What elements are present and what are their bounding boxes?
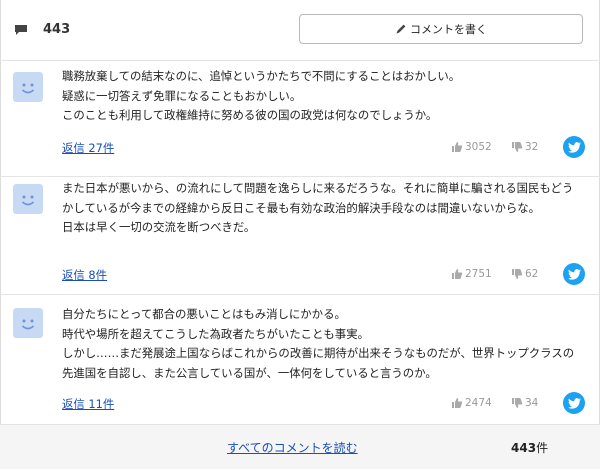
avatar bbox=[13, 184, 43, 214]
comments-footer: すべてのコメントを読む 443件 bbox=[0, 424, 600, 469]
dislike-count: 62 bbox=[525, 268, 539, 280]
dislike-button[interactable]: 62 bbox=[511, 268, 538, 280]
comment-text: また日本が悪いから、の流れにして問題を逸らしに来るだろうな。それに簡単に騙される… bbox=[62, 181, 574, 234]
comment-text: 職務放棄しての結末なのに、追悼というかたちで不問にすることはおかしい。 疑惑に一… bbox=[62, 69, 461, 122]
reply-link[interactable]: 返信 27件 bbox=[62, 140, 114, 156]
comment-text: 自分たちにとって都合の悪いことはもみ消しにかかる。 時代や場所を超えてこうした為… bbox=[62, 307, 575, 380]
thumbs-down-icon bbox=[512, 269, 523, 279]
write-comment-button[interactable]: コメントを書く bbox=[299, 14, 583, 44]
thumbs-up-icon bbox=[452, 398, 463, 408]
like-button[interactable]: 3052 bbox=[451, 141, 492, 153]
total-count-unit: 件 bbox=[536, 441, 549, 455]
dislike-button[interactable]: 32 bbox=[511, 141, 538, 153]
comment-count: 443 bbox=[43, 22, 71, 37]
twitter-share-button[interactable] bbox=[563, 392, 585, 414]
twitter-share-button[interactable] bbox=[563, 136, 585, 158]
pencil-icon bbox=[396, 24, 406, 34]
thumbs-up-icon bbox=[452, 142, 463, 152]
avatar bbox=[13, 308, 43, 338]
comments-header: 443 コメントを書く bbox=[0, 0, 600, 60]
twitter-icon bbox=[567, 397, 581, 409]
comment-item: また日本が悪いから、の流れにして問題を逸らしに来るだろうな。それに簡単に騙される… bbox=[0, 176, 600, 294]
avatar bbox=[13, 72, 43, 102]
like-count: 2751 bbox=[465, 268, 492, 280]
dislike-count: 32 bbox=[525, 141, 539, 153]
dislike-button[interactable]: 34 bbox=[511, 397, 538, 409]
like-button[interactable]: 2474 bbox=[451, 397, 492, 409]
read-all-comments-link[interactable]: すべてのコメントを読む bbox=[227, 439, 358, 456]
thumbs-up-icon bbox=[452, 269, 463, 279]
twitter-icon bbox=[567, 141, 581, 153]
write-comment-label: コメントを書く bbox=[410, 23, 487, 36]
like-button[interactable]: 2751 bbox=[451, 268, 492, 280]
reply-link[interactable]: 返信 8件 bbox=[62, 267, 107, 283]
like-count: 2474 bbox=[465, 397, 492, 409]
thumbs-down-icon bbox=[512, 398, 523, 408]
total-comment-count: 443件 bbox=[511, 439, 548, 456]
comment-item: 職務放棄しての結末なのに、追悼というかたちで不問にすることはおかしい。 疑惑に一… bbox=[0, 60, 600, 176]
thumbs-down-icon bbox=[512, 142, 523, 152]
reply-link[interactable]: 返信 11件 bbox=[62, 396, 114, 412]
twitter-icon bbox=[567, 268, 581, 280]
comment-item: 自分たちにとって都合の悪いことはもみ消しにかかる。 時代や場所を超えてこうした為… bbox=[0, 294, 600, 424]
speech-bubble-icon bbox=[15, 25, 27, 35]
dislike-count: 34 bbox=[525, 397, 539, 409]
twitter-share-button[interactable] bbox=[563, 263, 585, 285]
like-count: 3052 bbox=[465, 141, 492, 153]
total-count-number: 443 bbox=[511, 441, 537, 455]
